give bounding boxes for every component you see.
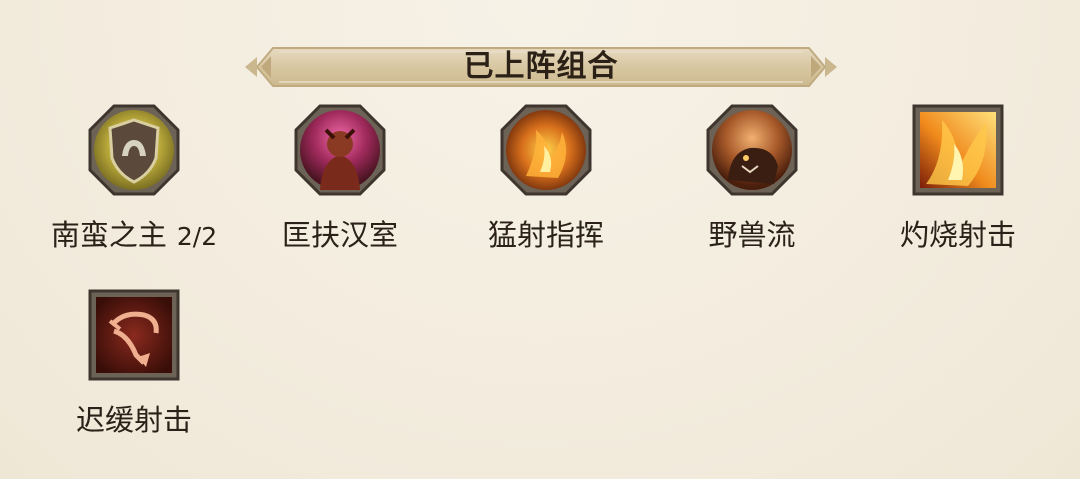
combo-item[interactable]: 猛射指挥 (446, 100, 646, 260)
flame-shot-icon (908, 100, 1008, 200)
combo-item[interactable]: 匡扶汉室 (240, 100, 440, 260)
page-title: 已上阵组合 (463, 49, 619, 84)
combo-name: 南蛮之主 (50, 218, 167, 252)
combo-name: 野兽流 (708, 218, 796, 252)
combo-name: 猛射指挥 (487, 218, 604, 252)
warrior-portrait-icon (290, 100, 390, 200)
combo-panel: 已上阵组合 南蛮之主 2/2 匡扶汉室 猛射指挥 野兽流 灼烧射击 迟缓射击 (0, 0, 1080, 479)
combo-item[interactable]: 迟缓射击 (34, 285, 234, 445)
barbarian-shield-icon (84, 100, 184, 200)
combo-item[interactable]: 南蛮之主 2/2 (34, 100, 234, 260)
combo-name: 迟缓射击 (75, 403, 192, 437)
beast-icon (702, 100, 802, 200)
combo-name: 灼烧射击 (899, 218, 1016, 252)
combo-item[interactable]: 灼烧射击 (858, 100, 1058, 260)
combo-count: 2/2 (176, 222, 218, 251)
bow-icon (84, 285, 184, 385)
combo-name: 匡扶汉室 (281, 218, 398, 252)
combo-item[interactable]: 野兽流 (652, 100, 852, 260)
title-banner: 已上阵组合 (243, 42, 839, 92)
fire-command-icon (496, 100, 596, 200)
